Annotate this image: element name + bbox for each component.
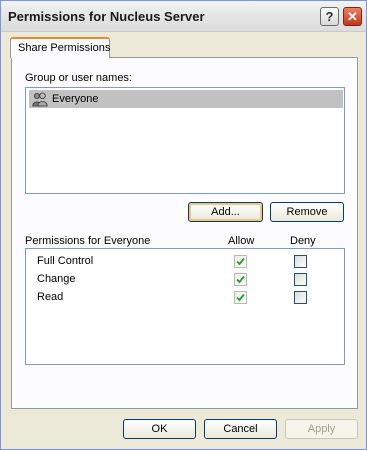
read-deny-checkbox[interactable] bbox=[294, 291, 307, 304]
help-button[interactable]: ? bbox=[320, 7, 339, 26]
ok-button[interactable]: OK bbox=[123, 419, 196, 439]
list-item-label: Everyone bbox=[52, 93, 99, 105]
full-control-deny-checkbox[interactable] bbox=[294, 255, 307, 268]
permissions-header: Permissions for Everyone bbox=[25, 235, 151, 247]
check-icon bbox=[236, 293, 245, 302]
window-title: Permissions for Nucleus Server bbox=[8, 9, 205, 24]
read-allow-checkbox[interactable] bbox=[234, 291, 247, 304]
apply-button[interactable]: Apply bbox=[285, 419, 358, 439]
change-deny-checkbox[interactable] bbox=[294, 273, 307, 286]
check-icon bbox=[236, 257, 245, 266]
full-control-allow-checkbox[interactable] bbox=[234, 255, 247, 268]
group-or-user-names-label: Group or user names: bbox=[25, 72, 132, 84]
check-icon bbox=[236, 275, 245, 284]
user-list[interactable]: Everyone bbox=[25, 87, 345, 194]
permissions-list: Full Control Change Read bbox=[25, 248, 345, 365]
permission-read-label: Read bbox=[37, 291, 64, 303]
change-allow-checkbox[interactable] bbox=[234, 273, 247, 286]
permissions-dialog: Permissions for Nucleus Server ? ✕ Share… bbox=[0, 0, 367, 450]
list-item-everyone[interactable]: Everyone bbox=[29, 90, 343, 108]
permission-change-label: Change bbox=[37, 273, 76, 285]
title-bar[interactable]: Permissions for Nucleus Server ? ✕ bbox=[1, 1, 366, 32]
add-button[interactable]: Add... bbox=[188, 202, 263, 222]
deny-column-header: Deny bbox=[290, 235, 316, 247]
permission-full-control-label: Full Control bbox=[37, 255, 94, 267]
tab-share-permissions[interactable]: Share Permissions bbox=[10, 37, 110, 58]
close-button[interactable]: ✕ bbox=[343, 7, 362, 26]
remove-button[interactable]: Remove bbox=[270, 202, 344, 222]
share-permissions-panel: Group or user names: Everyone Add... Rem… bbox=[11, 57, 358, 409]
allow-column-header: Allow bbox=[228, 235, 255, 247]
cancel-button[interactable]: Cancel bbox=[204, 419, 277, 439]
group-icon bbox=[32, 92, 48, 107]
